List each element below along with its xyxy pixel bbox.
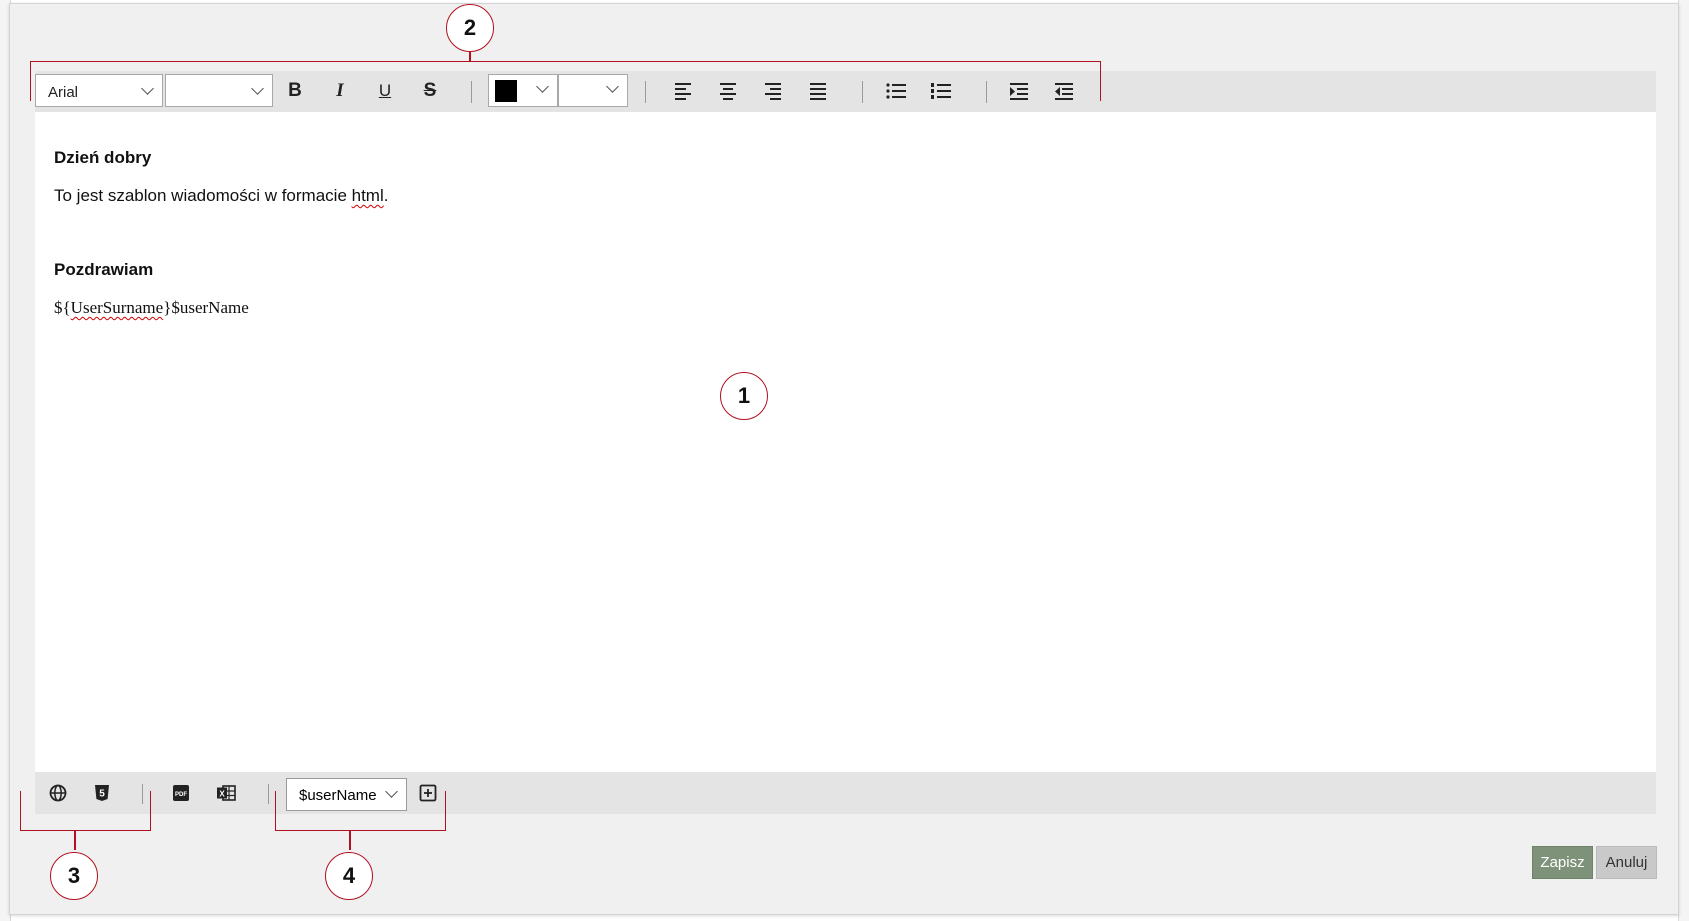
background-right-panel	[1678, 0, 1689, 921]
annotation-connector	[349, 830, 351, 850]
annotation-connector	[74, 830, 76, 850]
annotation-marker-1: 1	[720, 372, 768, 420]
body-line: To jest szablon wiadomości w formacie ht…	[54, 186, 388, 206]
body-text: To jest szablon wiadomości w formacie	[54, 186, 352, 205]
body-word: html	[351, 186, 384, 205]
cancel-button[interactable]: Anuluj	[1596, 846, 1657, 879]
annotation-marker-2: 2	[446, 4, 494, 52]
signature-variable: UserSurname	[70, 298, 164, 317]
annotation-marker-4: 4	[325, 852, 373, 900]
save-button[interactable]: Zapisz	[1532, 846, 1593, 879]
annotation-bracket-export	[20, 791, 151, 831]
signature-suffix: }$userName	[163, 298, 249, 317]
signature-prefix: ${	[54, 298, 71, 317]
closing-line: Pozdrawiam	[54, 260, 154, 279]
rich-text-editor[interactable]: Dzień dobry To jest szablon wiadomości w…	[35, 112, 1656, 772]
greeting-line: Dzień dobry	[54, 148, 152, 167]
annotation-marker-3: 3	[50, 852, 98, 900]
export-excel-button[interactable]: X	[212, 779, 240, 807]
pdf-icon: PDF	[173, 785, 189, 801]
annotation-bracket-toolbar	[30, 61, 1101, 101]
body-end: .	[383, 186, 389, 205]
bottom-divider	[268, 784, 269, 804]
svg-text:PDF: PDF	[175, 792, 187, 798]
annotation-bracket-variables	[275, 791, 446, 831]
signature-line: ${UserSurname}$userName	[54, 298, 249, 318]
export-pdf-button[interactable]: PDF	[167, 779, 195, 807]
svg-text:X: X	[219, 790, 225, 799]
excel-icon: X	[217, 785, 236, 801]
